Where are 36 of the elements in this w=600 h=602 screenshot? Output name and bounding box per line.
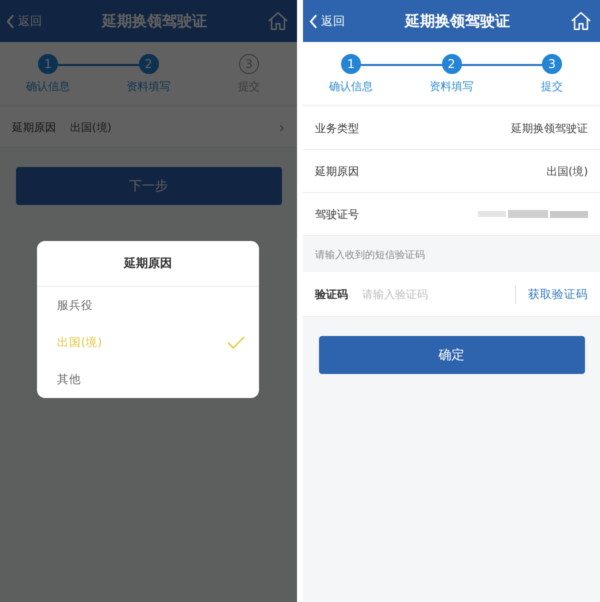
home-icon[interactable] bbox=[570, 10, 592, 32]
option-item[interactable]: 服兵役 bbox=[37, 287, 259, 324]
get-code-link[interactable]: 获取验证码 bbox=[515, 284, 588, 304]
primary-button[interactable]: 下一步 bbox=[16, 167, 282, 205]
back-icon bbox=[309, 14, 318, 28]
field-value: 延期换领驾驶证 bbox=[511, 120, 588, 136]
field-label: 业务类型 bbox=[315, 120, 359, 136]
screen-title: 延期换领驾驶证 bbox=[405, 12, 510, 30]
field-label: 延期原因 bbox=[315, 164, 359, 178]
step-label: 确认信息 bbox=[26, 79, 70, 94]
step-label: 确认信息 bbox=[329, 79, 373, 94]
back-button[interactable]: 返回 bbox=[6, 12, 42, 30]
field-value: 出国(境) bbox=[70, 120, 112, 134]
step-number: 1 bbox=[341, 54, 361, 74]
option-item[interactable]: 其他 bbox=[37, 361, 259, 398]
field-label: 驾驶证号 bbox=[315, 206, 359, 222]
step-number: 2 bbox=[138, 54, 158, 74]
dialog-title: 延期原因 bbox=[37, 241, 259, 287]
hint-text: 请输入收到的短信验证码 bbox=[314, 248, 426, 263]
screen-title: 延期换领驾驶证 bbox=[102, 12, 207, 30]
step-number: 2 bbox=[442, 54, 462, 74]
step-label: 提交 bbox=[541, 79, 563, 94]
field-label: 验证码 bbox=[315, 286, 348, 302]
step-number: 1 bbox=[38, 54, 58, 74]
back-icon bbox=[6, 14, 15, 28]
primary-button[interactable]: 确定 bbox=[318, 336, 584, 374]
field-value: 出国(境) bbox=[546, 164, 588, 178]
field-label: 延期原因 bbox=[12, 120, 56, 134]
check-icon bbox=[227, 336, 245, 349]
select-row[interactable]: 延期原因 出国(境) › bbox=[0, 107, 297, 148]
step-number: 3 bbox=[542, 54, 562, 74]
back-button[interactable]: 返回 bbox=[309, 12, 345, 30]
step-label: 资料填写 bbox=[126, 79, 170, 94]
chevron-icon: › bbox=[278, 118, 285, 136]
home-icon[interactable] bbox=[267, 10, 289, 32]
step-label: 资料填写 bbox=[430, 79, 474, 94]
